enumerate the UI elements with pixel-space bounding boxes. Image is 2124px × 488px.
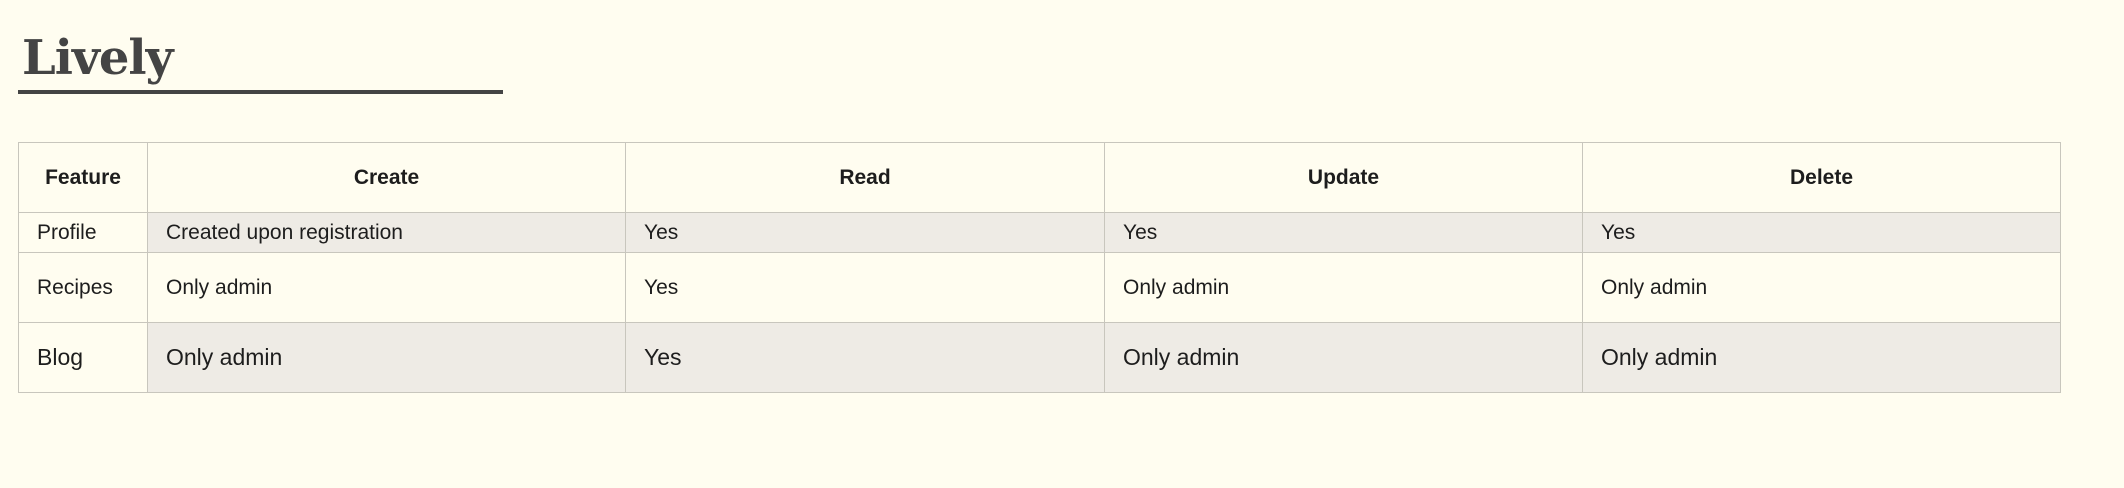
table-cell-update: Only admin <box>1104 322 1583 393</box>
column-header-create: Create <box>147 142 626 213</box>
table-cell-delete: Only admin <box>1582 322 2061 393</box>
column-header-feature: Feature <box>18 142 148 213</box>
table-cell-update: Yes <box>1104 212 1583 253</box>
title-underline: Lively <box>18 30 503 94</box>
page-title: Lively <box>22 30 174 86</box>
column-header-delete: Delete <box>1582 142 2061 213</box>
table-cell-create: Only admin <box>147 322 626 393</box>
table-row: Profile Created upon registration Yes Ye… <box>18 212 2061 253</box>
table-row: Recipes Only admin Yes Only admin Only a… <box>18 252 2061 323</box>
table-cell-feature: Recipes <box>18 252 148 323</box>
table-cell-create: Created upon registration <box>147 212 626 253</box>
column-header-update: Update <box>1104 142 1583 213</box>
table-cell-delete: Only admin <box>1582 252 2061 323</box>
table-cell-update: Only admin <box>1104 252 1583 323</box>
table-cell-read: Yes <box>625 252 1105 323</box>
permissions-table: Feature Create Read Update Delete Profil… <box>18 142 2061 393</box>
table-cell-delete: Yes <box>1582 212 2061 253</box>
table-cell-create: Only admin <box>147 252 626 323</box>
column-header-read: Read <box>625 142 1105 213</box>
table-cell-read: Yes <box>625 212 1105 253</box>
table-header-row: Feature Create Read Update Delete <box>18 142 2061 213</box>
table-row: Blog Only admin Yes Only admin Only admi… <box>18 322 2061 393</box>
table-cell-read: Yes <box>625 322 1105 393</box>
table-cell-feature: Profile <box>18 212 148 253</box>
table-cell-feature: Blog <box>18 322 148 393</box>
